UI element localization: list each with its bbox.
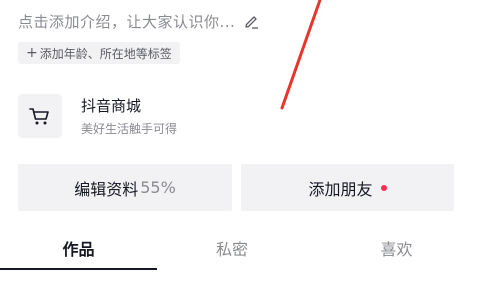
tab-likes[interactable]: 喜欢: [318, 226, 475, 270]
intro-placeholder[interactable]: 点击添加介绍，让大家认识你...: [18, 11, 235, 32]
plus-icon: +: [26, 45, 38, 61]
profile-completion: 55%: [140, 178, 176, 197]
content-tabs: 作品 私密 喜欢: [0, 226, 480, 270]
edit-profile-label: 编辑资料: [74, 179, 139, 199]
shop-title: 抖音商城: [81, 97, 142, 115]
tab-private[interactable]: 私密: [157, 226, 307, 270]
add-tags-chip[interactable]: + 添加年龄、所在地等标签: [18, 42, 180, 64]
shop-subtitle: 美好生活触手可得: [81, 122, 178, 136]
edit-pencil-icon[interactable]: [243, 14, 259, 30]
add-friends-button[interactable]: 添加朋友: [241, 164, 454, 211]
shopping-cart-icon: [18, 94, 62, 138]
intro-row[interactable]: 点击添加介绍，让大家认识你...: [18, 11, 259, 32]
tab-works[interactable]: 作品: [0, 226, 157, 270]
edit-profile-button[interactable]: 编辑资料 55%: [18, 164, 232, 211]
add-tags-label: 添加年龄、所在地等标签: [39, 46, 172, 61]
active-tab-indicator: [0, 268, 157, 270]
shop-entry[interactable]: 抖音商城 美好生活触手可得: [18, 94, 177, 138]
add-friends-label: 添加朋友: [308, 179, 373, 199]
notification-dot: [380, 184, 387, 191]
